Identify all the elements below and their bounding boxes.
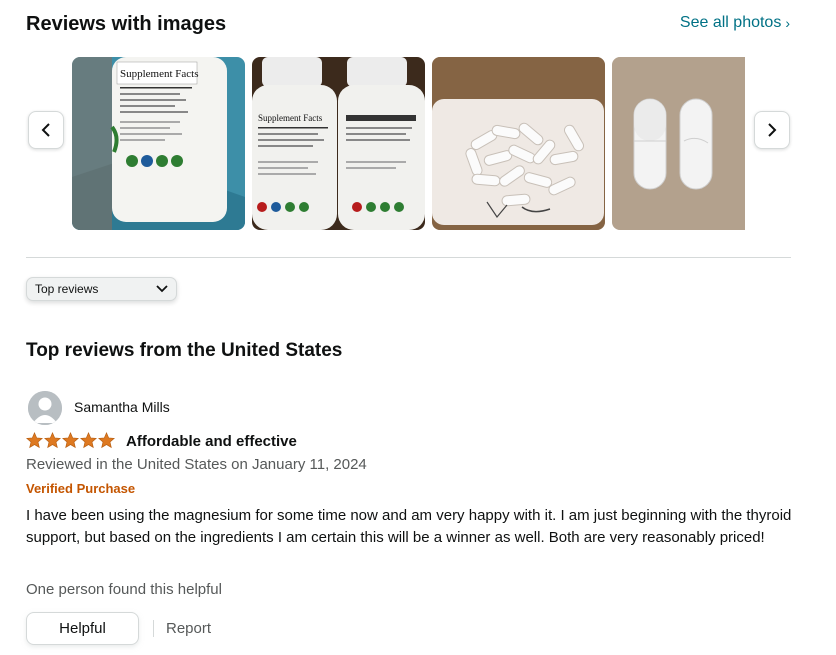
helpful-count-text: One person found this helpful xyxy=(26,581,222,598)
chevron-right-icon xyxy=(768,123,777,137)
chevron-down-icon xyxy=(156,285,168,293)
section-divider xyxy=(26,257,791,258)
review-image-thumbnail[interactable] xyxy=(432,57,605,230)
sort-selected-value: Top reviews xyxy=(35,282,99,296)
star-icon xyxy=(44,432,61,449)
carousel-next-button[interactable] xyxy=(754,111,790,149)
review-image-thumbnail[interactable]: Supplement Facts xyxy=(72,57,245,230)
review-title[interactable]: Affordable and effective xyxy=(126,433,297,450)
report-link[interactable]: Report xyxy=(166,620,211,637)
reviewer-name[interactable]: Samantha Mills xyxy=(74,399,170,415)
action-separator xyxy=(153,620,154,637)
chevron-left-icon xyxy=(41,123,50,137)
svg-text:Supplement Facts: Supplement Facts xyxy=(120,68,199,80)
verified-purchase-badge: Verified Purchase xyxy=(26,481,136,496)
star-rating[interactable] xyxy=(26,432,115,449)
review-body: I have been using the magnesium for some… xyxy=(26,507,792,546)
reviews-with-images-heading: Reviews with images xyxy=(26,13,227,35)
review-images-carousel: Supplement Facts Supplement Facts xyxy=(28,57,790,230)
review-date: Reviewed in the United States on January… xyxy=(26,456,367,473)
sort-reviews-dropdown[interactable]: Top reviews xyxy=(26,277,177,301)
two-capsules-image xyxy=(612,57,745,230)
svg-text:Supplement Facts: Supplement Facts xyxy=(258,113,323,123)
supplement-bottle-image: Supplement Facts xyxy=(72,57,245,230)
helpful-button[interactable]: Helpful xyxy=(26,612,139,645)
see-all-photos-label: See all photos xyxy=(679,14,782,31)
top-reviews-heading: Top reviews from the United States xyxy=(26,340,343,361)
see-all-photos-link[interactable]: See all photos › xyxy=(680,14,790,32)
capsules-on-plate-image xyxy=(432,57,605,230)
star-icon xyxy=(80,432,97,449)
review-image-thumbnail[interactable]: Supplement Facts xyxy=(252,57,425,230)
star-icon xyxy=(62,432,79,449)
carousel-prev-button[interactable] xyxy=(28,111,64,149)
chevron-right-small-icon: › xyxy=(785,15,790,31)
review-image-thumbnail[interactable] xyxy=(612,57,745,230)
star-icon xyxy=(98,432,115,449)
user-avatar-icon xyxy=(28,391,62,425)
star-icon xyxy=(26,432,43,449)
two-supplement-bottles-image: Supplement Facts xyxy=(252,57,425,230)
